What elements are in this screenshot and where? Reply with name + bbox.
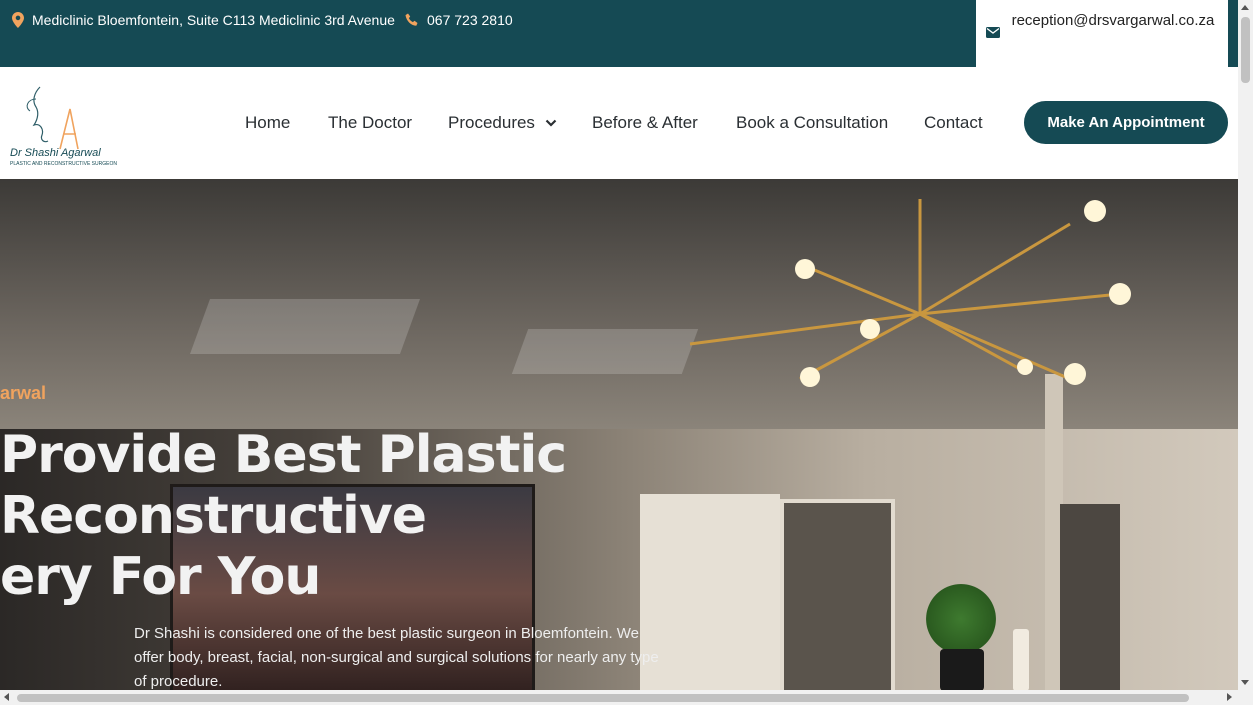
address-text: Mediclinic Bloemfontein, Suite C113 Medi… [32, 12, 395, 28]
hero-title: Provide Best Plastic Reconstructive ery … [0, 425, 567, 608]
horizontal-scroll-thumb[interactable] [17, 694, 1189, 702]
hero-title-line: ery For You [0, 547, 321, 607]
nav-book-consultation[interactable]: Book a Consultation [736, 113, 888, 133]
scroll-down-icon[interactable] [1241, 680, 1249, 685]
vertical-scrollbar[interactable] [1238, 0, 1253, 690]
phone-text: 067 723 2810 [427, 12, 513, 28]
scroll-right-icon[interactable] [1227, 693, 1232, 701]
scroll-left-icon[interactable] [4, 693, 9, 701]
vertical-scroll-thumb[interactable] [1241, 17, 1250, 83]
chevron-down-icon [545, 119, 556, 127]
envelope-icon [986, 27, 1000, 38]
site-logo[interactable]: Dr Shashi Agarwal PLASTIC AND RECONSTRUC… [10, 79, 117, 171]
phone-icon [405, 13, 418, 26]
nav-contact[interactable]: Contact [924, 113, 983, 133]
plant-pot-image [940, 649, 984, 691]
email-box[interactable]: reception@drsvargarwal.co.za [976, 0, 1228, 67]
ceiling-light-panel [189, 299, 421, 354]
email-text: reception@drsvargarwal.co.za [1011, 12, 1215, 29]
nav-procedures-label: Procedures [448, 113, 535, 132]
horizontal-scrollbar[interactable] [0, 690, 1253, 705]
doorway-image [1060, 504, 1120, 691]
scroll-up-icon[interactable] [1241, 5, 1249, 10]
hero-eyebrow: arwal [0, 383, 47, 403]
site-header: Dr Shashi Agarwal PLASTIC AND RECONSTRUC… [0, 67, 1238, 179]
hero-title-line: Reconstructive [0, 486, 427, 546]
nav-before-after[interactable]: Before & After [592, 113, 698, 133]
make-appointment-button[interactable]: Make An Appointment [1024, 101, 1228, 144]
doorway-image [780, 499, 895, 691]
nav-home[interactable]: Home [245, 113, 290, 133]
address-item[interactable]: Mediclinic Bloemfontein, Suite C113 Medi… [12, 12, 395, 28]
hero-description: Dr Shashi is considered one of the best … [134, 625, 659, 690]
hero-title-line: Provide Best Plastic [0, 425, 567, 485]
logo-tagline: PLASTIC AND RECONSTRUCTIVE SURGEON [10, 161, 117, 167]
chandelier-icon [689, 199, 1131, 387]
nav-procedures[interactable]: Procedures [448, 113, 557, 133]
hero-section: arwal Provide Best Plastic Reconstructiv… [0, 179, 1238, 691]
logo-name: Dr Shashi Agarwal [10, 147, 101, 159]
map-pin-icon [12, 12, 24, 28]
phone-item[interactable]: 067 723 2810 [405, 12, 513, 28]
nav-the-doctor[interactable]: The Doctor [328, 113, 412, 133]
bottle-image [1013, 629, 1029, 691]
plant-image [926, 584, 996, 654]
